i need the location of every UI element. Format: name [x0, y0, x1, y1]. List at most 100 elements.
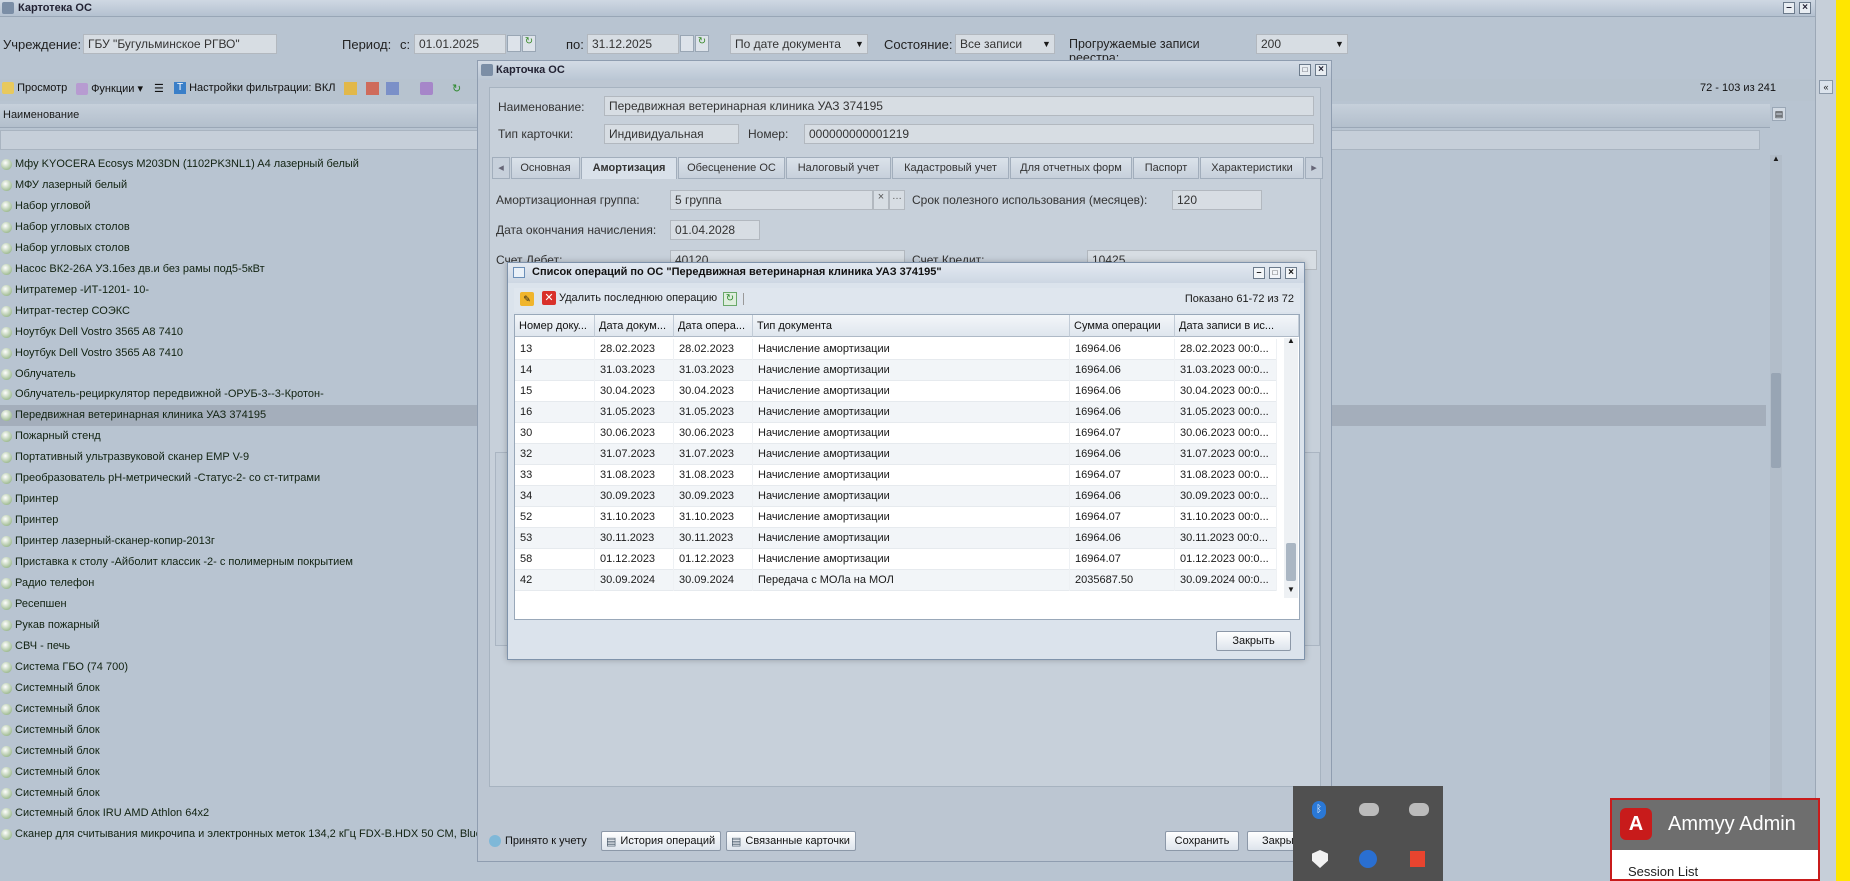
table-cell: 30.06.2023 — [674, 423, 753, 444]
settings-icon[interactable] — [420, 82, 433, 95]
tab-6[interactable]: Для отчетных форм — [1010, 157, 1132, 179]
asset-status-icon — [1, 724, 12, 736]
security-shield-icon[interactable] — [1312, 850, 1328, 868]
cloud-offline-icon[interactable] — [1409, 803, 1429, 816]
close-icon[interactable]: × — [1315, 64, 1327, 76]
cloud-offline-icon[interactable] — [1359, 803, 1379, 816]
grid-scrollbar[interactable]: ▲ — [1770, 154, 1782, 805]
table-row[interactable]: 15 30.04.2023 30.04.2023 Начисление амортиз… — [515, 381, 1277, 402]
app-red-icon[interactable] — [1410, 851, 1425, 867]
history-button[interactable]: ▤ История операций — [601, 831, 721, 851]
bluetooth-icon[interactable]: ᛒ — [1312, 801, 1326, 819]
tab-1[interactable]: Основная — [511, 157, 580, 179]
session-list-link[interactable]: Session List — [1628, 864, 1698, 879]
functions-menu[interactable]: Функции ▾ — [76, 82, 143, 96]
accepted-button[interactable]: Принято к учету — [489, 831, 597, 851]
amort-group-field[interactable]: 5 группа — [670, 190, 873, 210]
tab-scroll-left-icon[interactable]: ◂ — [492, 157, 510, 179]
tool-icon[interactable] — [344, 82, 357, 95]
card-type-field[interactable]: Индивидуальная — [604, 124, 739, 144]
useful-life-field[interactable]: 120 — [1172, 190, 1262, 210]
list-item-label: Набор угловой — [15, 199, 91, 212]
calendar-icon[interactable] — [507, 35, 521, 52]
scroll-thumb[interactable] — [1771, 373, 1781, 468]
close-icon[interactable]: × — [1799, 2, 1811, 14]
save-button[interactable]: Сохранить — [1165, 831, 1239, 851]
date-from-field[interactable]: 01.01.2025 — [414, 34, 506, 54]
chevron-down-icon[interactable]: ▼ — [852, 35, 867, 53]
maximize-icon[interactable]: □ — [1299, 64, 1311, 76]
table-row[interactable]: 14 31.03.2023 31.03.2023 Начисление амортиз… — [515, 360, 1277, 381]
date-mode-select[interactable]: По дате документа — [730, 34, 868, 54]
column-header[interactable]: Дата докум... — [595, 315, 674, 337]
tab-scroll-right-icon[interactable]: ▸ — [1305, 157, 1323, 179]
table-row[interactable]: 52 31.10.2023 31.10.2023 Начисление амортиз… — [515, 507, 1277, 528]
collapse-panel-icon[interactable]: « — [1819, 80, 1833, 94]
browser-icon[interactable] — [1359, 850, 1377, 868]
clear-icon[interactable]: × — [873, 190, 889, 210]
column-header[interactable]: Номер доку... — [515, 315, 595, 337]
institution-field[interactable]: ГБУ "Бугульминское РГВО" — [83, 34, 277, 54]
table-row[interactable]: 33 31.08.2023 31.08.2023 Начисление амортиз… — [515, 465, 1277, 486]
refresh-icon[interactable]: ↻ — [452, 82, 461, 95]
edit-icon[interactable]: ✎ — [520, 292, 534, 306]
refresh-date-icon[interactable]: ↻ — [522, 35, 536, 52]
scroll-thumb[interactable] — [1286, 543, 1296, 581]
column-header[interactable]: Дата записи в ис... — [1175, 315, 1299, 337]
dialog-close-button[interactable]: Закрыть — [1216, 631, 1291, 651]
columns-menu-icon[interactable]: ▤ — [1772, 107, 1786, 121]
grid-icon[interactable] — [366, 82, 379, 95]
table-row[interactable]: 13 28.02.2023 28.02.2023 Начисление амортиз… — [515, 339, 1277, 360]
tab-4[interactable]: Налоговый учет — [786, 157, 891, 179]
close-icon[interactable]: × — [1285, 267, 1297, 279]
column-header[interactable]: Дата опера... — [674, 315, 753, 337]
tab-8[interactable]: Характеристики — [1200, 157, 1304, 179]
delete-last-operation-button[interactable]: ✕ Удалить последнюю операцию — [542, 291, 717, 305]
table-row[interactable]: 53 30.11.2023 30.11.2023 Начисление амортиз… — [515, 528, 1277, 549]
chevron-down-icon[interactable]: ▼ — [1039, 35, 1054, 53]
scroll-down-icon[interactable]: ▼ — [1287, 585, 1295, 594]
card-name-field[interactable]: Передвижная ветеринарная клиника УАЗ 374… — [604, 96, 1314, 116]
table-scrollbar[interactable]: ▲ ▼ — [1284, 336, 1298, 598]
date-to-field[interactable]: 31.12.2025 — [587, 34, 679, 54]
list-item-label: Ноутбук Dell Vostro 3565 A8 7410 — [15, 346, 184, 359]
list-item-label: Приставка к столу -Айболит классик -2- с… — [15, 556, 353, 569]
maximize-icon[interactable]: □ — [1269, 267, 1281, 279]
table-row[interactable]: 58 01.12.2023 01.12.2023 Начисление амортиз… — [515, 549, 1277, 570]
table-row[interactable]: 34 30.09.2023 30.09.2023 Начисление амортиз… — [515, 486, 1277, 507]
linked-cards-button[interactable]: ▤ Связанные карточки — [726, 831, 856, 851]
column-header[interactable]: Сумма операции — [1070, 315, 1175, 337]
tab-7[interactable]: Паспорт — [1133, 157, 1199, 179]
minimize-icon[interactable]: – — [1783, 2, 1795, 14]
scroll-up-icon[interactable]: ▲ — [1772, 154, 1780, 163]
view-button[interactable]: Просмотр — [2, 82, 67, 95]
calendar-icon[interactable] — [680, 35, 694, 52]
asset-status-icon — [1, 808, 12, 820]
card-number-field[interactable]: 000000000001219 — [804, 124, 1314, 144]
refresh-date-icon[interactable]: ↻ — [695, 35, 709, 52]
chevron-down-icon[interactable]: ▼ — [1332, 35, 1347, 53]
filter-settings-button[interactable]: T Настройки фильтрации: ВКЛ — [174, 82, 335, 95]
table-cell: 16964.07 — [1070, 423, 1175, 444]
tab-5[interactable]: Кадастровый учет — [892, 157, 1009, 179]
table-row[interactable]: 16 31.05.2023 31.05.2023 Начисление амортиз… — [515, 402, 1277, 423]
scroll-up-icon[interactable]: ▲ — [1287, 336, 1295, 345]
table-row[interactable]: 42 30.09.2024 30.09.2024 Передача с МОЛа на… — [515, 570, 1277, 591]
table-cell: 30.06.2023 00:0... — [1175, 423, 1277, 444]
print-icon[interactable] — [386, 82, 399, 95]
tab-2[interactable]: Амортизация — [581, 157, 677, 179]
minimize-icon[interactable]: – — [1253, 267, 1265, 279]
table-row[interactable]: 30 30.06.2023 30.06.2023 Начисление амортиз… — [515, 423, 1277, 444]
table-cell: 30.04.2023 — [674, 381, 753, 402]
right-panel-strip: « — [1815, 0, 1836, 881]
end-date-field[interactable]: 01.04.2028 — [670, 220, 760, 240]
refresh-icon[interactable]: ↻ — [723, 292, 737, 306]
column-header[interactable]: Тип документа — [753, 315, 1070, 337]
list-item-label: Системный блок — [15, 765, 100, 778]
tab-3[interactable]: Обесценение ОС — [678, 157, 785, 179]
table-row[interactable]: 32 31.07.2023 31.07.2023 Начисление амортиз… — [515, 444, 1277, 465]
select-more-icon[interactable]: … — [889, 190, 905, 210]
table-cell: 16964.06 — [1070, 402, 1175, 423]
asset-status-icon — [1, 494, 12, 506]
list-icon[interactable]: ☰ — [154, 82, 164, 95]
